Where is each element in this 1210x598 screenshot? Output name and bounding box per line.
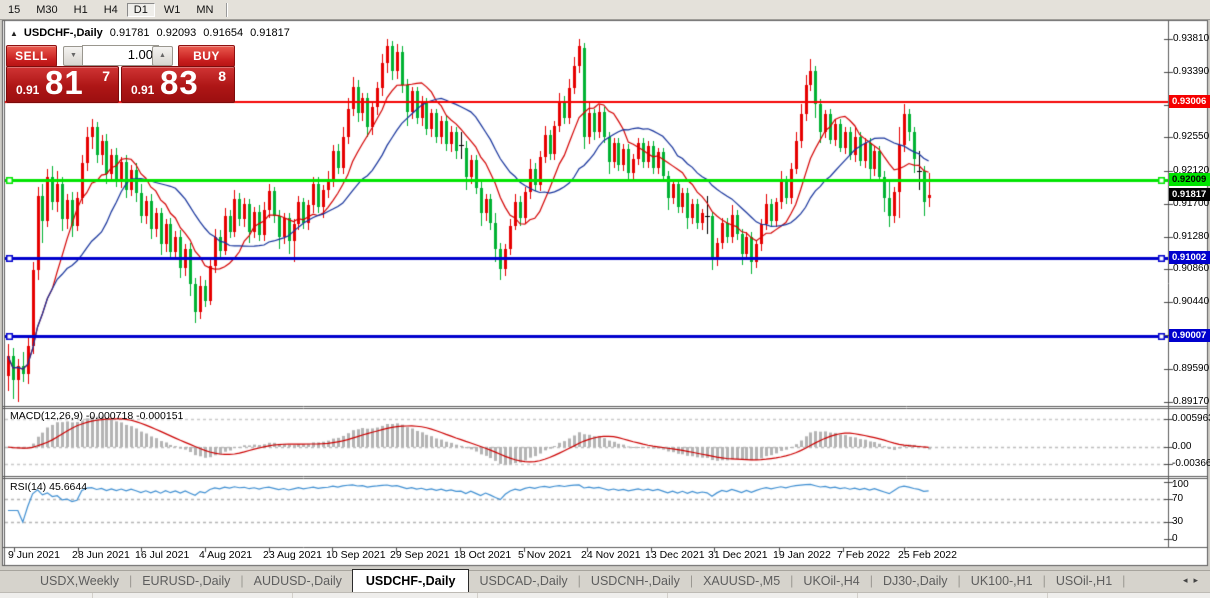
tab-usdchf-daily[interactable]: USDCHF-,Daily [352,569,470,592]
timeframe-m30[interactable]: M30 [29,3,64,17]
sell-price-big: 81 [45,64,84,102]
tab-scroll-arrows[interactable]: ◂▸ [1183,575,1204,586]
date-tick-label: 29 Sep 2021 [390,549,450,561]
macd-label: MACD(12,26,9) -0.000718 -0.000151 [10,410,183,422]
buy-price-prefix: 0.91 [131,83,154,97]
tab-usdx-weekly[interactable]: USDX,Weekly [30,571,129,592]
rsi-value: 45.6644 [49,481,87,493]
price-tick-label: 0.91280 [1173,231,1209,242]
tab-uk100-h1[interactable]: UK100-,H1 [961,571,1043,592]
date-tick-label: 4 Aug 2021 [199,549,252,561]
macd-scale-label: 0.005963 [1172,413,1210,424]
rsi-scale-label: 70 [1172,493,1183,504]
rsi-scale-label: 30 [1172,516,1183,527]
rsi-scale-label: 0 [1172,533,1178,544]
collapse-arrow-icon[interactable]: ▲ [10,29,18,38]
timeframe-w1[interactable]: W1 [157,3,188,17]
rsi-label: RSI(14) 45.6644 [10,481,87,493]
price-badge: 0.90007 [1169,329,1210,342]
macd-values: -0.000718 -0.000151 [86,410,184,422]
volume-decrease-button[interactable]: ▼ [63,46,84,66]
timeframe-toolbar: 15M30H1H4D1W1MN [0,0,1210,20]
ohlc-close: 0.91817 [250,27,290,39]
tab-separator: | [1122,571,1125,592]
volume-increase-button[interactable]: ▲ [152,46,173,66]
macd-scale-label: 0.00 [1172,441,1191,452]
toolbar-divider [226,3,228,17]
price-tick-label: 0.89590 [1173,363,1209,374]
date-tick-label: 13 Dec 2021 [645,549,705,561]
date-tick-label: 16 Jul 2021 [135,549,189,561]
tab-scroll-left-icon[interactable]: ◂ [1183,575,1194,585]
price-badge: 0.93006 [1169,95,1210,108]
price-badge: 0.92009 [1169,173,1210,186]
price-tick-label: 0.90440 [1173,296,1209,307]
tab-audusd-daily[interactable]: AUDUSD-,Daily [244,571,352,592]
tab-xauusd-m5[interactable]: XAUUSD-,M5 [693,571,790,592]
sell-price-pip: 7 [102,68,110,84]
status-strip [0,592,1210,598]
timeframe-15[interactable]: 15 [1,3,27,17]
tab-dj30-daily[interactable]: DJ30-,Daily [873,571,958,592]
date-tick-label: 5 Nov 2021 [518,549,572,561]
date-tick-label: 7 Feb 2022 [837,549,890,561]
trading-platform-window: { "toolbar": { "items": [ {"label":"15",… [0,0,1210,598]
tab-usdcnh-daily[interactable]: USDCNH-,Daily [581,571,690,592]
date-tick-label: 19 Jan 2022 [773,549,831,561]
sell-price-prefix: 0.91 [16,83,39,97]
status-divider [1047,593,1048,598]
chart-tab-bar: USDX,Weekly|EURUSD-,Daily|AUDUSD-,DailyU… [0,570,1210,592]
date-tick-label: 28 Jun 2021 [72,549,130,561]
status-divider [477,593,478,598]
date-tick-label: 10 Sep 2021 [326,549,386,561]
symbol-name: USDCHF-,Daily [24,27,103,39]
status-divider [667,593,668,598]
price-badge: 0.91817 [1169,188,1210,201]
timeframe-h4[interactable]: H4 [97,3,125,17]
buy-price-box[interactable]: 0.91 83 8 [121,66,235,103]
date-tick-label: 23 Aug 2021 [263,549,322,561]
date-tick-label: 9 Jun 2021 [8,549,60,561]
ohlc-low: 0.91654 [203,27,243,39]
ohlc-high: 0.92093 [157,27,197,39]
tab-eurusd-daily[interactable]: EURUSD-,Daily [132,571,240,592]
buy-price-pip: 8 [218,68,226,84]
price-tick-label: 0.89170 [1173,396,1209,407]
macd-scale-label: -0.003664 [1172,458,1210,469]
price-badge: 0.91002 [1169,251,1210,264]
sell-price-box[interactable]: 0.91 81 7 [6,66,119,103]
ohlc-open: 0.91781 [110,27,150,39]
one-click-trading-panel: SELL ▼ 1.00 ▲ BUY 0.91 81 7 0.91 83 8 [6,44,233,102]
date-tick-label: 31 Dec 2021 [708,549,768,561]
price-tick-label: 0.92550 [1173,131,1209,142]
rsi-scale-label: 100 [1172,479,1189,490]
date-tick-label: 25 Feb 2022 [898,549,957,561]
tab-usoil-h1[interactable]: USOil-,H1 [1046,571,1122,592]
status-divider [92,593,93,598]
date-tick-label: 24 Nov 2021 [581,549,641,561]
tab-scroll-right-icon[interactable]: ▸ [1193,575,1204,585]
timeframe-mn[interactable]: MN [189,3,220,17]
price-tick-label: 0.93390 [1173,66,1209,77]
timeframe-d1[interactable]: D1 [127,3,155,17]
price-tick-label: 0.93810 [1173,33,1209,44]
buy-price-big: 83 [160,64,199,102]
timeframe-h1[interactable]: H1 [67,3,95,17]
price-tick-label: 0.90860 [1173,263,1209,274]
tab-usdcad-daily[interactable]: USDCAD-,Daily [469,571,577,592]
chart-title: ▲ USDCHF-,Daily 0.91781 0.92093 0.91654 0.918… [10,27,290,39]
volume-input[interactable]: 1.00 [82,45,159,66]
status-divider [857,593,858,598]
date-tick-label: 18 Oct 2021 [454,549,511,561]
status-divider [292,593,293,598]
tab-ukoil-h4[interactable]: UKOil-,H4 [793,571,869,592]
